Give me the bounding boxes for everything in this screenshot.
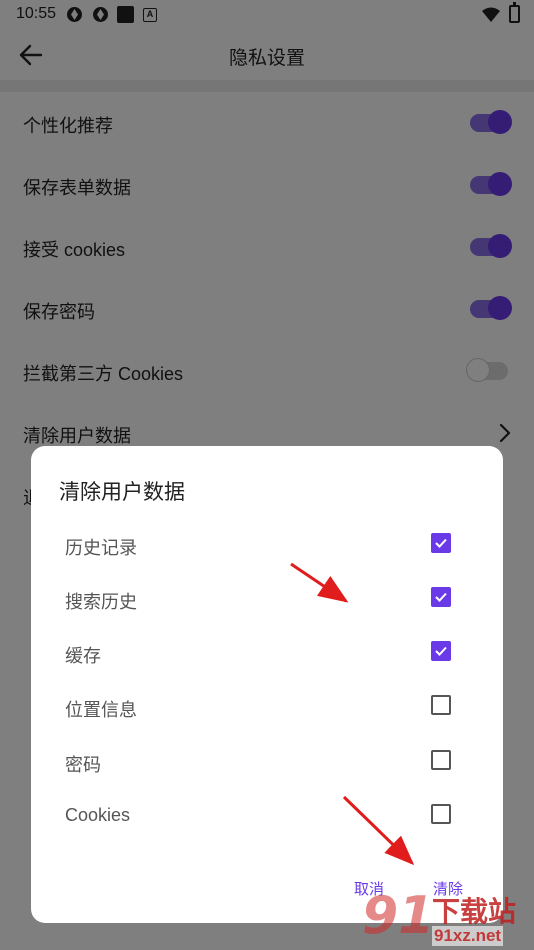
- annotation-arrow: [342, 795, 415, 866]
- watermark-url: 91xz.net: [432, 926, 504, 946]
- watermark-brand: 下载站: [432, 896, 517, 927]
- annotation-arrow: [290, 562, 349, 603]
- watermark-logo: 91: [362, 886, 435, 946]
- annotation-arrows: [290, 562, 415, 866]
- site-watermark: 91 下载站 91xz.net: [362, 886, 534, 950]
